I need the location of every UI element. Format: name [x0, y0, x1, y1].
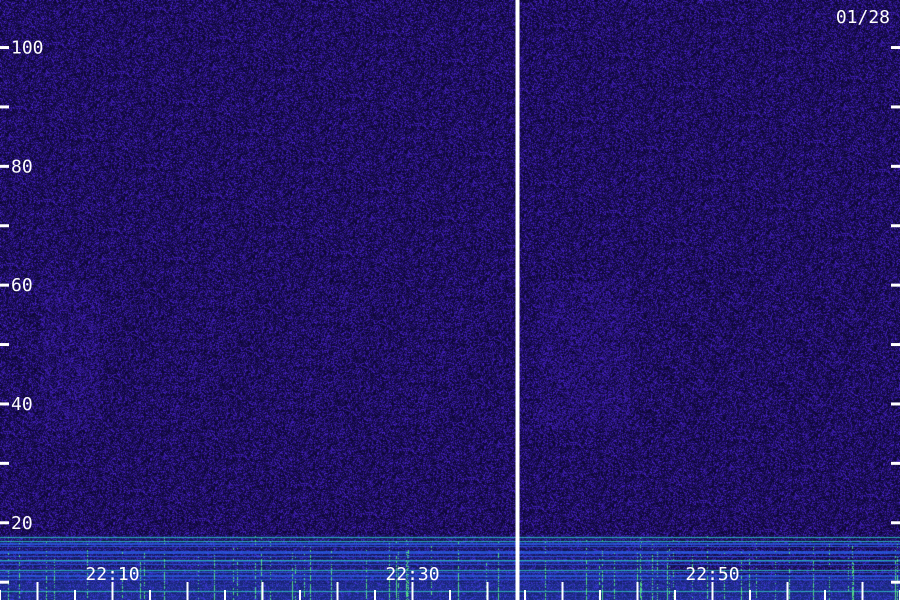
spectrogram-frame: 100 80 60 40 20 22:10 22:30 22:50 01/28 — [0, 0, 900, 600]
x-time-label-2: 22:50 — [685, 564, 739, 585]
y-tick-label-20: 20 — [11, 513, 33, 534]
y-tick-label-40: 40 — [11, 394, 33, 415]
y-tick-label-60: 60 — [11, 275, 33, 296]
date-label: 01/28 — [836, 7, 890, 28]
x-time-label-1: 22:30 — [385, 564, 439, 585]
y-tick-label-100: 100 — [11, 38, 44, 59]
y-axis-left: 100 80 60 40 20 — [0, 38, 44, 584]
x-axis: 22:10 22:30 22:50 — [0, 564, 900, 600]
y-axis-right — [891, 46, 900, 584]
y-tick-label-80: 80 — [11, 156, 33, 177]
spectrogram-overlay: 100 80 60 40 20 22:10 22:30 22:50 01/28 — [0, 0, 900, 600]
x-time-label-0: 22:10 — [85, 564, 139, 585]
